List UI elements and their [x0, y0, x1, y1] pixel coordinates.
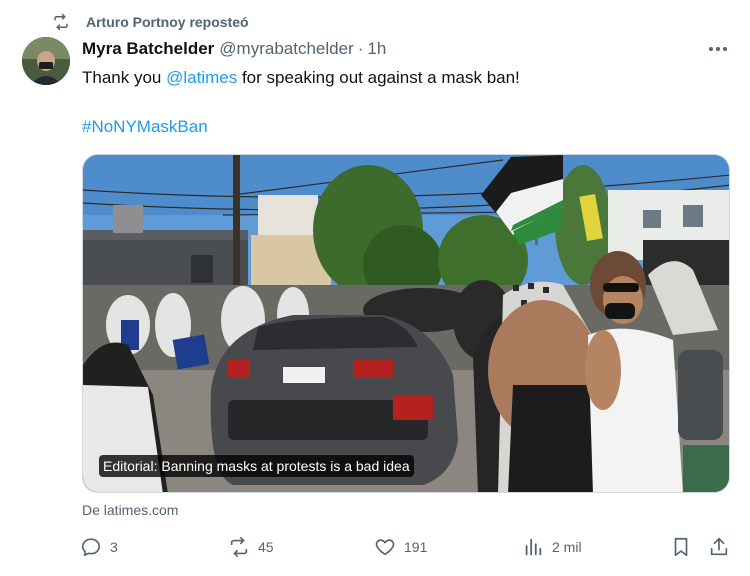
post-text-after: for speaking out against a mask ban!: [237, 68, 520, 87]
reply-count: 3: [110, 539, 118, 555]
mention-link[interactable]: @latimes: [166, 68, 237, 87]
repost-count: 45: [258, 539, 274, 555]
share-icon: [710, 537, 728, 556]
reply-icon: [81, 538, 101, 557]
card-source[interactable]: De latimes.com: [82, 502, 178, 518]
views-button[interactable]: 2 mil: [522, 534, 582, 560]
author-name[interactable]: Myra Batchelder: [82, 39, 214, 59]
card-image: [83, 155, 729, 492]
avatar[interactable]: [22, 37, 70, 85]
more-dot-icon: [709, 47, 713, 51]
post-header: Myra Batchelder @myrabatchelder · 1h: [82, 38, 386, 60]
author-handle[interactable]: @myrabatchelder: [219, 39, 353, 59]
more-dot-icon: [716, 47, 720, 51]
repost-button[interactable]: 45: [228, 534, 274, 560]
reply-button[interactable]: 3: [80, 534, 118, 560]
repost-label: Arturo Portnoy reposteó: [86, 14, 249, 30]
heart-icon: [375, 539, 395, 556]
separator-dot: ·: [357, 39, 364, 58]
repost-indicator[interactable]: Arturo Portnoy reposteó: [52, 12, 249, 32]
action-bar: 3 45 191 2 mil: [80, 534, 732, 560]
like-button[interactable]: 191: [374, 534, 427, 560]
analytics-icon: [525, 538, 542, 556]
post-time[interactable]: 1h: [367, 39, 386, 59]
like-count: 191: [404, 539, 428, 555]
bookmark-button[interactable]: [670, 534, 700, 560]
link-card[interactable]: Editorial: Banning masks at protests is …: [82, 154, 730, 493]
repost-icon: [54, 13, 68, 31]
repost-icon: [230, 537, 248, 557]
card-caption: Editorial: Banning masks at protests is …: [99, 455, 414, 477]
more-options-button[interactable]: [704, 40, 732, 58]
hashtag-link[interactable]: #NoNYMaskBan: [82, 117, 208, 137]
share-button[interactable]: [708, 534, 738, 560]
more-dot-icon: [723, 47, 727, 51]
view-count: 2 mil: [552, 539, 582, 555]
post-text: Thank you @latimes for speaking out agai…: [82, 67, 520, 89]
bookmark-icon: [674, 537, 688, 557]
post-text-before: Thank you: [82, 68, 167, 87]
